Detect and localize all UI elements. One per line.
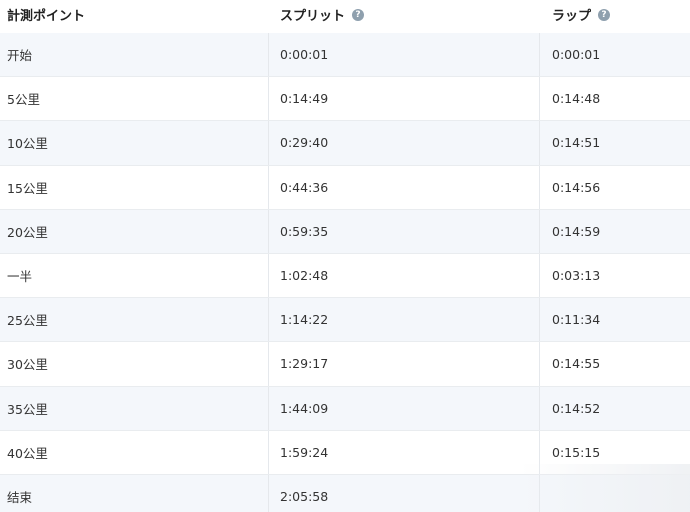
table-header: 計測ポイント スプリット ? ラップ ? [0, 0, 690, 33]
split-cell: 2:05:58 [268, 474, 539, 512]
lap-cell: 0:14:52 [539, 386, 690, 430]
point-cell: 10公里 [7, 136, 48, 152]
table-row: 35公里 1:44:09 0:14:52 [0, 386, 690, 431]
split-cell: 0:44:36 [268, 165, 539, 209]
table-row: 30公里 1:29:17 0:14:55 [0, 342, 690, 387]
header-lap-label: ラップ [552, 9, 592, 24]
lap-cell: 0:11:34 [539, 298, 690, 342]
header-point-label: 計測ポイント [7, 9, 86, 24]
lap-cell: 0:14:59 [539, 209, 690, 253]
table-row: 15公里 0:44:36 0:14:56 [0, 165, 690, 210]
split-cell: 0:59:35 [268, 209, 539, 253]
lap-cell: 0:14:55 [539, 342, 690, 386]
split-cell: 1:29:17 [268, 342, 539, 386]
point-cell: 25公里 [7, 313, 48, 329]
point-cell: 15公里 [7, 180, 48, 196]
split-cell: 0:14:49 [268, 77, 539, 121]
split-cell: 1:59:24 [268, 430, 539, 474]
table-row: 40公里 1:59:24 0:15:15 [0, 430, 690, 475]
point-cell: 20公里 [7, 224, 48, 240]
split-cell: 0:29:40 [268, 121, 539, 165]
point-cell: 30公里 [7, 357, 48, 373]
point-cell: 开始 [7, 48, 33, 64]
table-row: 20公里 0:59:35 0:14:59 [0, 209, 690, 254]
split-help-icon[interactable]: ? [352, 8, 365, 21]
lap-cell: 0:14:48 [539, 77, 690, 121]
header-split-label: スプリット [280, 9, 346, 24]
lap-cell: 0:03:13 [539, 253, 690, 298]
header-split: スプリット ? [268, 0, 539, 33]
header-point: 計測ポイント [0, 0, 268, 33]
point-cell: 一半 [7, 269, 33, 285]
table-row: 结束 2:05:58 [0, 474, 690, 512]
splits-table: 計測ポイント スプリット ? ラップ ? 开始 0:00:01 0:00:01 … [0, 0, 690, 512]
split-cell: 1:14:22 [268, 298, 539, 342]
table-row: 5公里 0:14:49 0:14:48 [0, 77, 690, 122]
lap-cell: 0:14:51 [539, 121, 690, 165]
lap-cell: 0:15:15 [539, 430, 690, 474]
lap-cell [539, 474, 690, 512]
lap-cell: 0:14:56 [539, 165, 690, 209]
split-cell: 1:02:48 [268, 253, 539, 298]
lap-help-icon[interactable]: ? [598, 8, 611, 21]
point-cell: 35公里 [7, 401, 48, 417]
table-row: 开始 0:00:01 0:00:01 [0, 33, 690, 78]
split-cell: 1:44:09 [268, 386, 539, 430]
lap-cell: 0:00:01 [539, 33, 690, 77]
point-cell: 40公里 [7, 445, 48, 461]
header-lap: ラップ ? [539, 0, 690, 33]
table-row: 10公里 0:29:40 0:14:51 [0, 121, 690, 166]
point-cell: 结束 [7, 489, 33, 505]
table-row: 一半 1:02:48 0:03:13 [0, 253, 690, 299]
split-cell: 0:00:01 [268, 33, 539, 77]
point-cell: 5公里 [7, 92, 40, 108]
table-row: 25公里 1:14:22 0:11:34 [0, 298, 690, 343]
